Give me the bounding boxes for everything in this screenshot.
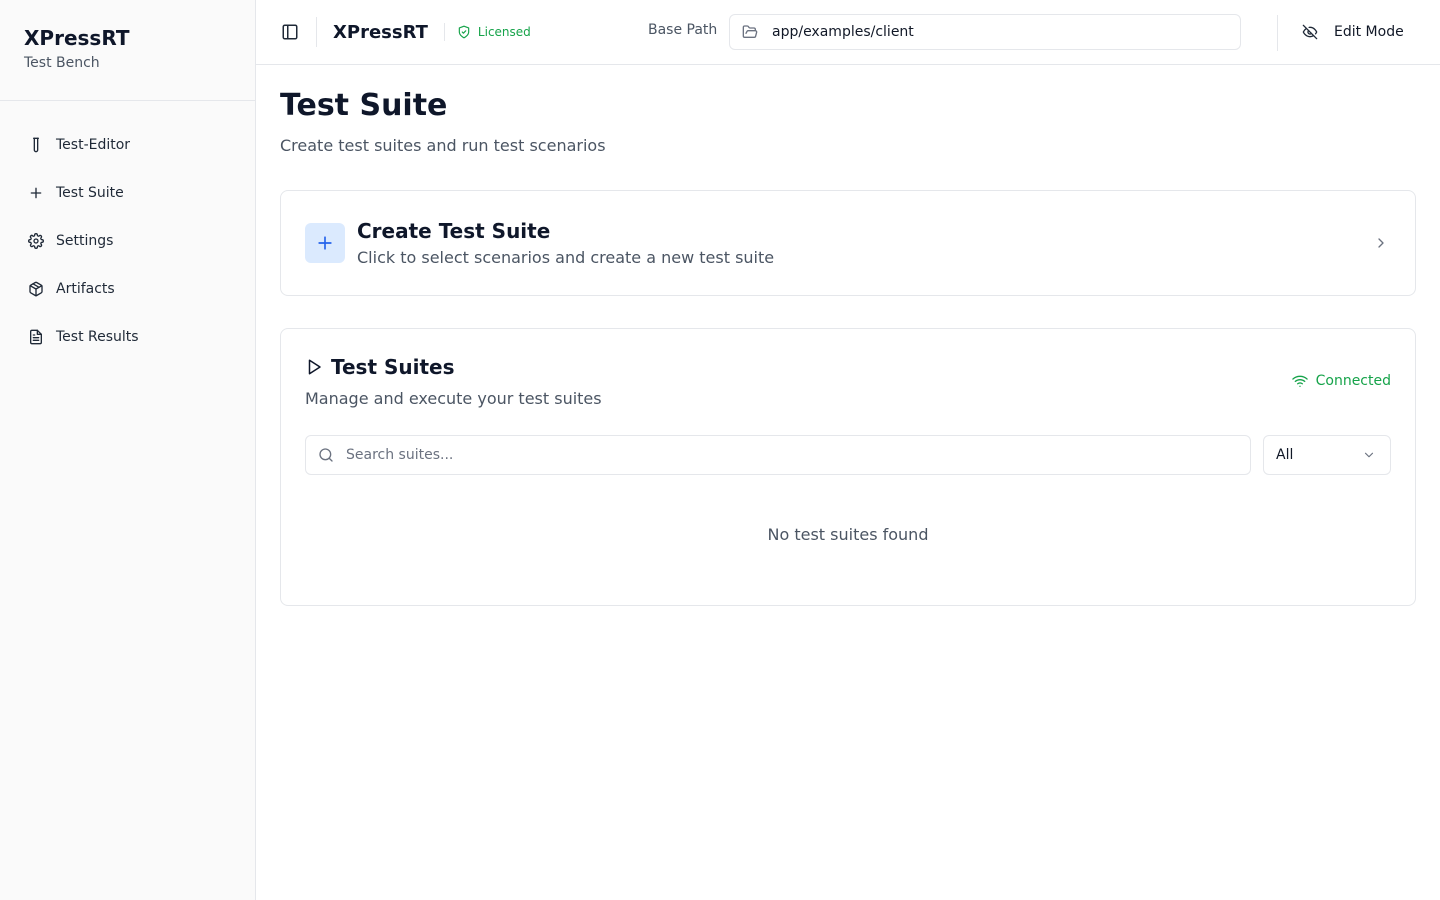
plus-icon: [305, 223, 345, 263]
test-suites-card: Test Suites Manage and execute your test…: [280, 328, 1416, 606]
shield-check-icon: [458, 25, 470, 39]
package-icon: [28, 281, 44, 297]
test-tube-icon: [28, 137, 44, 153]
file-text-icon: [28, 329, 44, 345]
sidebar-item-label: Settings: [56, 233, 114, 249]
empty-state: No test suites found: [767, 525, 929, 544]
eye-off-icon: [1302, 24, 1318, 40]
status-filter-value: All: [1276, 447, 1294, 463]
header-divider: [316, 17, 317, 47]
play-icon: [308, 359, 321, 375]
sidebar-item-test-suite[interactable]: Test Suite: [0, 169, 255, 217]
sidebar-toggle-button[interactable]: [280, 22, 300, 42]
sidebar-item-test-editor[interactable]: Test-Editor: [0, 121, 255, 169]
gear-icon: [28, 233, 44, 249]
header-divider: [443, 23, 445, 41]
chevron-right-icon: [1373, 235, 1389, 255]
sidebar-header: XPressRT Test Bench: [0, 0, 255, 101]
suites-header: Test Suites: [305, 355, 1391, 379]
suites-description: Manage and execute your test suites: [305, 389, 602, 408]
create-card-title: Create Test Suite: [357, 218, 551, 243]
edit-mode-button[interactable]: Edit Mode: [1292, 14, 1416, 50]
search-icon: [319, 448, 333, 462]
panel-left-icon: [282, 24, 298, 40]
sidebar-item-label: Artifacts: [56, 281, 115, 297]
chevron-down-icon: [1364, 452, 1374, 458]
base-path-label: Base Path: [648, 22, 718, 38]
main-content: Test Suite Create test suites and run te…: [280, 66, 1416, 606]
sidebar: XPressRT Test Bench Test-Editor Test Sui…: [0, 0, 256, 900]
app-subtitle: Test Bench: [24, 55, 100, 71]
status-filter-select[interactable]: All: [1263, 435, 1391, 475]
folder-open-icon: [742, 25, 758, 38]
create-test-suite-card[interactable]: Create Test Suite Click to select scenar…: [280, 190, 1416, 296]
sidebar-item-label: Test-Editor: [56, 137, 131, 153]
sidebar-item-label: Test Suite: [56, 185, 124, 201]
suites-title: Test Suites: [331, 355, 455, 379]
header-divider: [1277, 15, 1278, 51]
connection-status-label: Connected: [1315, 373, 1391, 389]
wifi-icon: [1291, 375, 1308, 387]
base-path-input[interactable]: [772, 24, 1212, 40]
sidebar-nav: Test-Editor Test Suite Settings Artifact…: [0, 101, 255, 361]
sidebar-item-artifacts[interactable]: Artifacts: [0, 265, 255, 313]
license-label: Licensed: [477, 25, 531, 39]
page-description: Create test suites and run test scenario…: [280, 136, 606, 155]
page-title: Test Suite: [280, 88, 448, 123]
license-badge: Licensed: [457, 25, 531, 39]
search-field[interactable]: [305, 435, 1251, 475]
search-row: All: [305, 435, 1391, 475]
search-input[interactable]: [346, 447, 1226, 463]
top-header: XPressRT Licensed Base Path Edit Mode: [256, 0, 1440, 65]
app-name: XPressRT: [24, 26, 130, 50]
sidebar-item-test-results[interactable]: Test Results: [0, 313, 255, 361]
header-title: XPressRT: [333, 21, 428, 43]
sidebar-item-label: Test Results: [56, 329, 139, 345]
base-path-field[interactable]: [729, 14, 1241, 50]
connection-status: Connected: [1291, 373, 1391, 389]
create-card-description: Click to select scenarios and create a n…: [357, 247, 775, 267]
edit-mode-label: Edit Mode: [1334, 24, 1404, 40]
plus-icon: [28, 185, 44, 201]
sidebar-item-settings[interactable]: Settings: [0, 217, 255, 265]
